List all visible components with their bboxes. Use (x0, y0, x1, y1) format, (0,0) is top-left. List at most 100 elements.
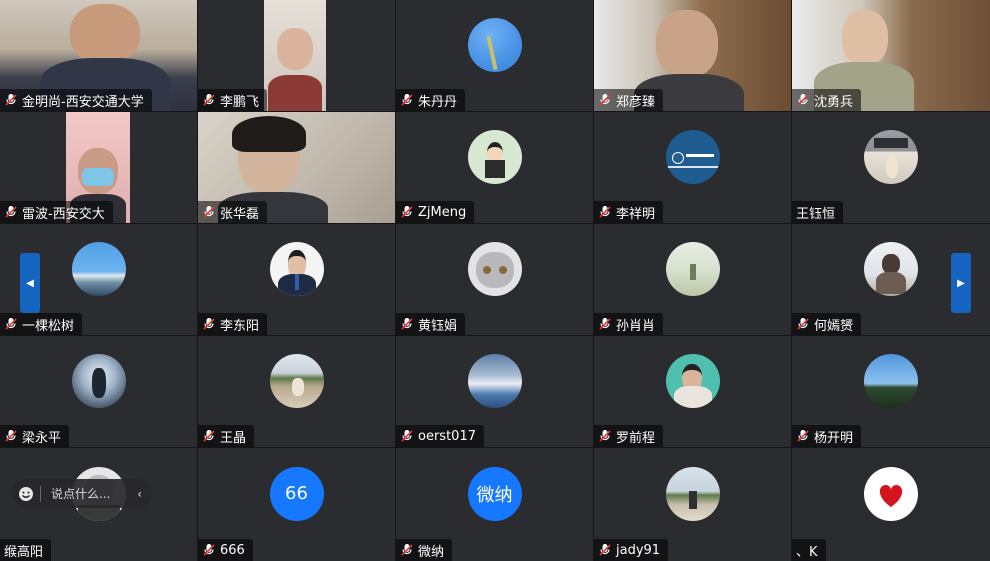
participant-nameplate: 、K (792, 539, 826, 561)
participant-name: 孙肖肖 (616, 318, 656, 334)
participant-nameplate: 杨开明 (792, 425, 862, 447)
participant-name: 、K (796, 544, 818, 560)
mic-muted-icon (203, 430, 215, 442)
smiley-icon (19, 486, 33, 501)
avatar (665, 241, 720, 296)
participant-nameplate: 朱丹丹 (396, 89, 466, 111)
participant-tile[interactable]: 微纳 微纳 (396, 448, 593, 561)
participant-tile[interactable]: 张华磊 (198, 112, 395, 223)
mic-muted-icon (5, 430, 17, 442)
participant-tile[interactable]: 王钰恒 (792, 112, 990, 223)
participant-tile[interactable]: 王晶 (198, 336, 395, 447)
participant-tile[interactable]: 孙肖肖 (594, 224, 791, 335)
participant-name: 张华磊 (220, 206, 260, 222)
participant-name: 朱丹丹 (418, 94, 458, 110)
participant-tile[interactable]: 郑彦臻 (594, 0, 791, 111)
participant-name: 一棵松树 (22, 318, 75, 334)
participant-nameplate: 666 (198, 539, 253, 561)
mic-muted-icon (401, 206, 413, 218)
participant-nameplate: 缑高阳 (0, 539, 52, 561)
mic-muted-icon (599, 94, 611, 106)
avatar (71, 241, 126, 296)
mic-muted-icon (401, 94, 413, 106)
participant-nameplate: 雷波-西安交大 (0, 201, 113, 223)
avatar (665, 466, 720, 521)
participant-tile[interactable]: oerst017 (396, 336, 593, 447)
participant-nameplate: 一棵松树 (0, 313, 83, 335)
participant-nameplate: 微纳 (396, 539, 453, 561)
divider (40, 485, 41, 502)
avatar (665, 353, 720, 408)
participant-name: 梁永平 (22, 430, 62, 446)
mic-muted-icon (599, 544, 611, 556)
participant-nameplate: 何嫣赟 (792, 313, 862, 335)
avatar (665, 129, 720, 184)
participant-nameplate: 李祥明 (594, 201, 664, 223)
participant-nameplate: 张华磊 (198, 201, 268, 223)
participant-name: 黄钰娟 (418, 318, 458, 334)
participant-name: 李鹏飞 (220, 94, 260, 110)
participant-name: 微纳 (418, 544, 445, 560)
mic-muted-icon (203, 94, 215, 106)
mic-muted-icon (599, 318, 611, 330)
avatar (269, 241, 324, 296)
participant-tile[interactable]: ZjMeng (396, 112, 593, 223)
mic-muted-icon (797, 94, 809, 106)
participant-nameplate: 李鹏飞 (198, 89, 268, 111)
collapse-chevron-icon[interactable]: ‹ (137, 487, 142, 501)
participant-name: 王晶 (220, 430, 247, 446)
chevron-right-icon: ▶ (957, 277, 965, 289)
participant-nameplate: 梁永平 (0, 425, 70, 447)
avatar-initials: 微纳 (476, 484, 513, 506)
mic-muted-icon (599, 206, 611, 218)
participant-nameplate: 王晶 (198, 425, 255, 447)
avatar (467, 129, 522, 184)
next-page-button[interactable]: ▶ (951, 253, 971, 313)
participant-tile[interactable]: 李祥明 (594, 112, 791, 223)
participant-nameplate: 罗前程 (594, 425, 664, 447)
mic-muted-icon (401, 430, 413, 442)
mic-muted-icon (797, 430, 809, 442)
participant-tile[interactable]: 朱丹丹 (396, 0, 593, 111)
heart-icon (879, 484, 903, 507)
avatar-initials: 66 (285, 483, 308, 505)
participant-tile[interactable]: 杨开明 (792, 336, 990, 447)
participant-nameplate: 王钰恒 (792, 201, 844, 223)
participant-tile[interactable]: 金明尚-西安交通大学 (0, 0, 197, 111)
participant-tile[interactable]: 、K (792, 448, 990, 561)
mic-muted-icon (5, 206, 17, 218)
mic-muted-icon (5, 94, 17, 106)
participant-name: 王钰恒 (796, 206, 836, 222)
participant-nameplate: 黄钰娟 (396, 313, 466, 335)
participant-nameplate: 沈勇兵 (792, 89, 862, 111)
avatar (467, 353, 522, 408)
participant-tile[interactable]: 梁永平 (0, 336, 197, 447)
participant-name: 杨开明 (814, 430, 854, 446)
participant-tile[interactable]: 李东阳 (198, 224, 395, 335)
participant-tile[interactable]: 李鹏飞 (198, 0, 395, 111)
participant-tile[interactable]: jady91 (594, 448, 791, 561)
participant-nameplate: ZjMeng (396, 201, 475, 223)
chat-placeholder[interactable]: 说点什么... (51, 485, 110, 502)
chat-input-pill[interactable]: 说点什么... ‹ (12, 479, 152, 508)
participant-tile[interactable]: 66 666 (198, 448, 395, 561)
avatar (269, 353, 324, 408)
avatar (864, 241, 918, 296)
avatar (864, 129, 918, 184)
participant-name: 李东阳 (220, 318, 260, 334)
participant-name: oerst017 (418, 428, 476, 444)
participant-name: 李祥明 (616, 206, 656, 222)
avatar: 微纳 (467, 466, 522, 521)
participant-tile[interactable]: 罗前程 (594, 336, 791, 447)
participant-nameplate: 李东阳 (198, 313, 268, 335)
mic-muted-icon (599, 430, 611, 442)
participant-tile[interactable]: 雷波-西安交大 (0, 112, 197, 223)
participant-nameplate: jady91 (594, 539, 669, 561)
prev-page-button[interactable]: ◀ (20, 253, 40, 313)
participant-name: 何嫣赟 (814, 318, 854, 334)
participant-tile[interactable]: 沈勇兵 (792, 0, 990, 111)
participant-tile[interactable]: 黄钰娟 (396, 224, 593, 335)
emoji-button[interactable] (12, 486, 40, 502)
participant-name: 罗前程 (616, 430, 656, 446)
participant-name: 郑彦臻 (616, 94, 656, 110)
